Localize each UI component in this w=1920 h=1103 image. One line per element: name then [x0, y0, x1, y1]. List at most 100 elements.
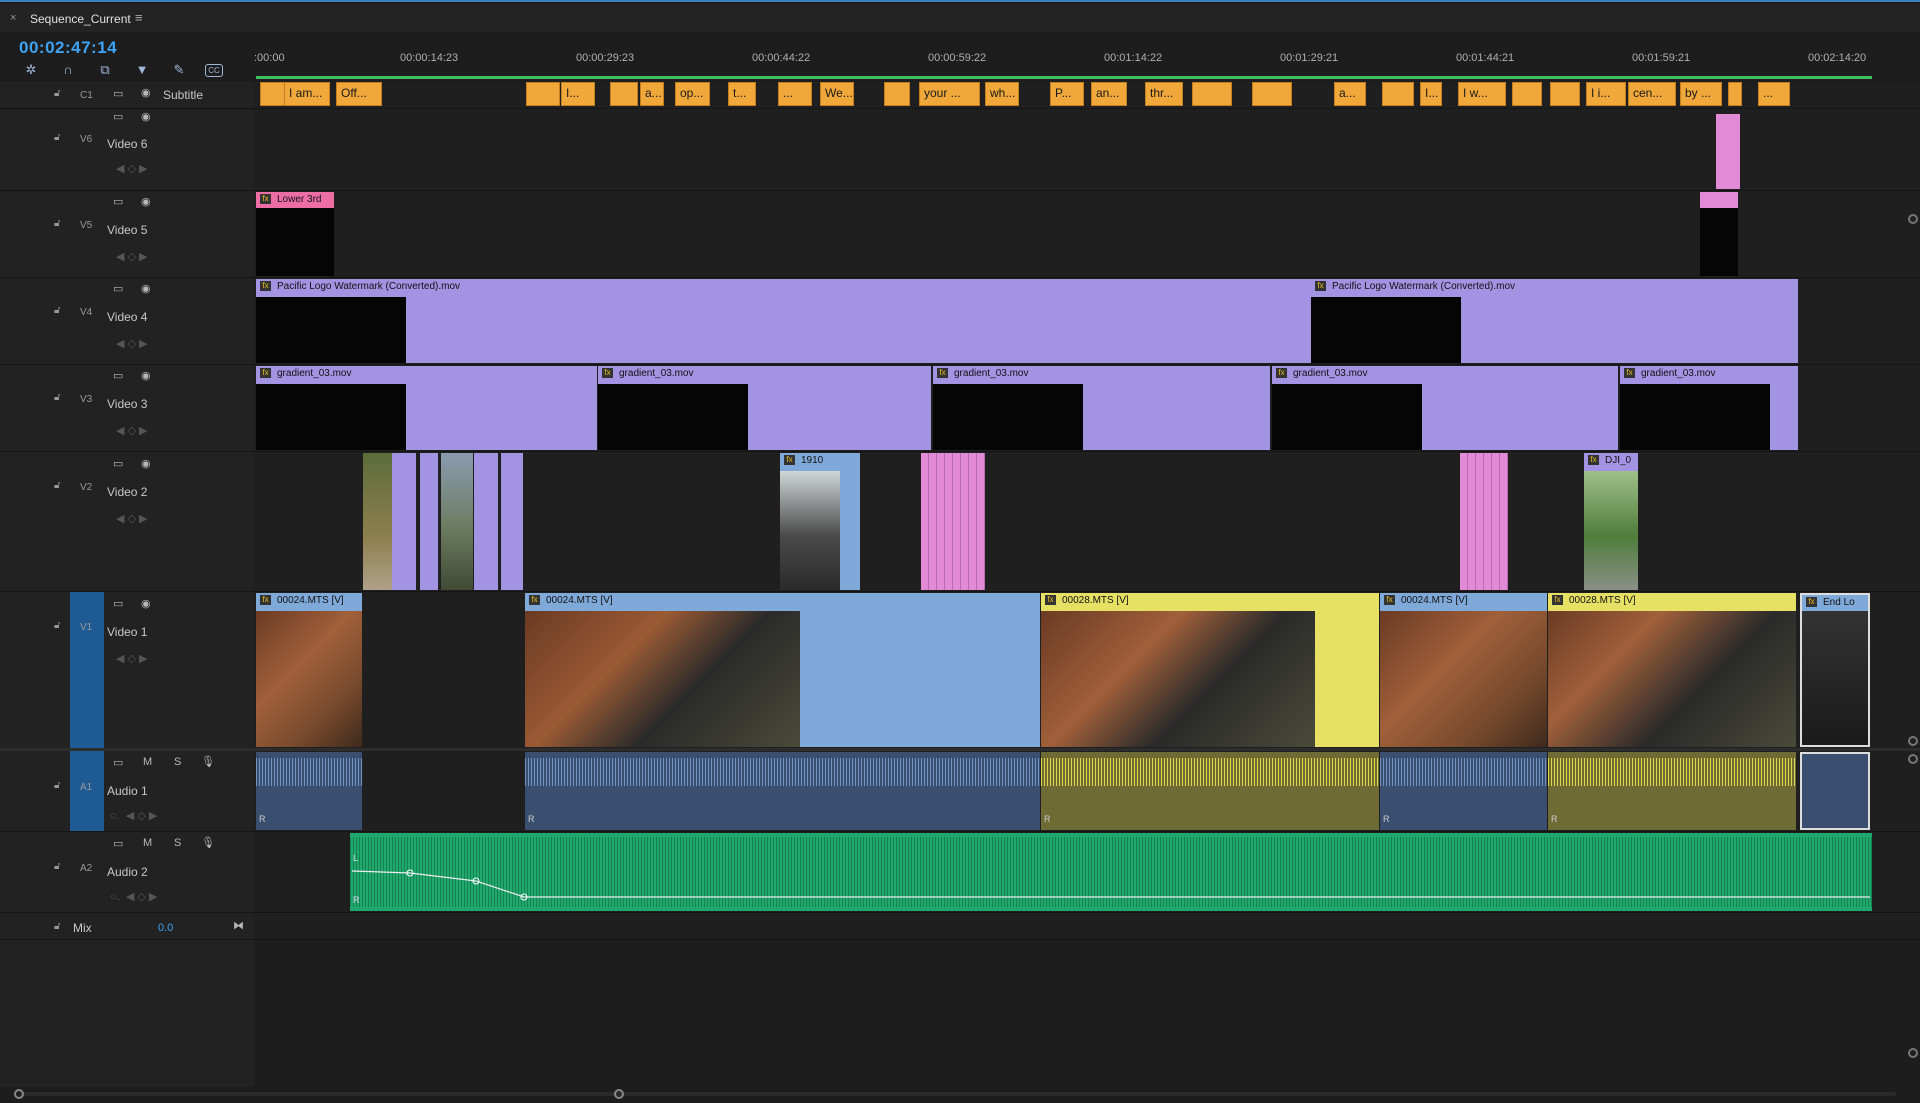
eye-icon[interactable]: ◉: [141, 110, 151, 123]
v3-gradient-clip[interactable]: fx gradient_03.mov: [1620, 366, 1798, 450]
v2-dji-clip[interactable]: fx DJI_0: [1584, 453, 1638, 590]
subtitle-clip[interactable]: a...: [1334, 82, 1366, 106]
lock-icon[interactable]: 🔓︎: [54, 88, 64, 99]
source-patch-v1[interactable]: [70, 592, 104, 748]
v2-1910-clip[interactable]: fx 1910: [780, 453, 860, 590]
eye-icon[interactable]: ◉: [141, 195, 151, 208]
v1-clip-a[interactable]: fx 00024.MTS [V]: [256, 593, 362, 747]
v2-pink-clips[interactable]: [1460, 453, 1508, 590]
v2-pink-clips[interactable]: [921, 453, 985, 590]
subtitle-clip[interactable]: [1382, 82, 1414, 106]
keyframe-nav[interactable]: ○. ◀ ◇ ▶: [110, 890, 157, 903]
lock-icon[interactable]: 🔓︎: [54, 620, 64, 631]
playhead-timecode[interactable]: 00:02:47:14: [19, 38, 117, 58]
subtitle-clip[interactable]: Off...: [336, 82, 382, 106]
keyframe-nav[interactable]: ◀ ◇ ▶: [116, 512, 148, 525]
v3-gradient-clip[interactable]: fx gradient_03.mov: [598, 366, 931, 450]
lock-icon[interactable]: 🔓︎: [54, 218, 64, 229]
v2-clip[interactable]: [392, 453, 418, 590]
close-icon[interactable]: ×: [10, 12, 16, 24]
subtitle-clip[interactable]: We...: [820, 82, 854, 106]
subtitle-clip[interactable]: [1192, 82, 1232, 106]
sync-lock-icon[interactable]: ▭: [113, 87, 123, 100]
a1-clip[interactable]: R: [256, 752, 362, 830]
eye-icon[interactable]: ◉: [141, 282, 151, 295]
microphone-icon[interactable]: 🎙︎: [201, 755, 215, 768]
lock-icon[interactable]: 🔓︎: [54, 921, 64, 932]
v1-clip-d[interactable]: fx 00024.MTS [V]: [1380, 593, 1547, 747]
subtitle-clip[interactable]: I w...: [1458, 82, 1506, 106]
snap-icon[interactable]: ✲: [22, 62, 40, 78]
lock-icon[interactable]: 🔓︎: [54, 480, 64, 491]
subtitle-clip[interactable]: wh...: [985, 82, 1019, 106]
panel-menu-icon[interactable]: ≡: [135, 10, 143, 25]
subtitle-clip[interactable]: [1512, 82, 1542, 106]
v2-clip[interactable]: [501, 453, 523, 590]
subtitle-clip[interactable]: op...: [675, 82, 710, 106]
captions-icon[interactable]: CC: [205, 64, 223, 77]
work-area-bar[interactable]: [256, 76, 1872, 79]
v2-clip[interactable]: [420, 453, 440, 590]
wrench-icon[interactable]: ✎: [170, 62, 188, 78]
subtitle-clip[interactable]: [1252, 82, 1292, 106]
sync-lock-icon[interactable]: ▭: [113, 369, 123, 382]
v1-clip-b[interactable]: fx 00024.MTS [V]: [525, 593, 1040, 747]
keyframe-nav[interactable]: ◀ ◇ ▶: [116, 424, 148, 437]
a1-clip[interactable]: R: [1548, 752, 1796, 830]
sequence-tab[interactable]: × Sequence_Current ≡: [0, 4, 1920, 32]
subtitle-clip[interactable]: P...: [1050, 82, 1084, 106]
v1-end-clip[interactable]: fx End Lo: [1800, 593, 1870, 747]
a1-clip[interactable]: R: [525, 752, 1040, 830]
sequence-title[interactable]: Sequence_Current: [30, 12, 131, 26]
v4-watermark-clip-2[interactable]: fx Pacific Logo Watermark (Converted).mov: [1311, 279, 1798, 363]
eye-icon[interactable]: ◉: [141, 457, 151, 470]
v3-gradient-clip[interactable]: fx gradient_03.mov: [933, 366, 1270, 450]
v3-gradient-clip[interactable]: fx gradient_03.mov: [256, 366, 597, 450]
lock-icon[interactable]: 🔓︎: [54, 861, 64, 872]
sync-lock-icon[interactable]: ▭: [113, 756, 123, 769]
subtitle-clip[interactable]: I...: [561, 82, 595, 106]
scroll-end-handle[interactable]: [614, 1089, 624, 1099]
keyframe-nav[interactable]: ○. ◀ ◇ ▶: [110, 809, 157, 822]
a1-clip[interactable]: R: [1380, 752, 1547, 830]
subtitle-clip[interactable]: [260, 82, 286, 106]
subtitle-clip[interactable]: your ...: [919, 82, 980, 106]
microphone-icon[interactable]: 🎙︎: [201, 836, 215, 849]
vertical-scroll-handle[interactable]: [1908, 1048, 1918, 1058]
keyframe-nav[interactable]: ◀ ◇ ▶: [116, 250, 148, 263]
keyframe-nav[interactable]: ◀ ◇ ▶: [116, 162, 148, 175]
v5-lower-third-clip[interactable]: fx Lower 3rd: [256, 192, 334, 208]
subtitle-clip[interactable]: ...: [778, 82, 812, 106]
eye-icon[interactable]: ◉: [141, 597, 151, 610]
lock-icon[interactable]: 🔓︎: [54, 305, 64, 316]
sync-lock-icon[interactable]: ▭: [113, 837, 123, 850]
sync-lock-icon[interactable]: ▭: [113, 110, 123, 123]
scroll-start-handle[interactable]: [14, 1089, 24, 1099]
vertical-scroll-handle[interactable]: [1908, 736, 1918, 746]
magnet-icon[interactable]: ∩: [59, 62, 77, 78]
subtitle-clip[interactable]: cen...: [1628, 82, 1676, 106]
v2-clip-thumb[interactable]: [441, 453, 473, 590]
sync-lock-icon[interactable]: ▭: [113, 457, 123, 470]
subtitle-clip[interactable]: a...: [640, 82, 664, 106]
subtitle-clip[interactable]: [610, 82, 638, 106]
keyframe-nav[interactable]: ◀ ◇ ▶: [116, 337, 148, 350]
subtitle-clip[interactable]: I...: [1420, 82, 1442, 106]
solo-button[interactable]: S: [174, 837, 181, 849]
subtitle-clip[interactable]: an...: [1091, 82, 1127, 106]
subtitle-clip[interactable]: [884, 82, 910, 106]
lock-icon[interactable]: 🔓︎: [54, 132, 64, 143]
marker-icon[interactable]: ▼: [133, 62, 151, 78]
v3-gradient-clip[interactable]: fx gradient_03.mov: [1272, 366, 1618, 450]
mix-volume-value[interactable]: 0.0: [158, 922, 173, 934]
v1-clip-e[interactable]: fx 00028.MTS [V]: [1548, 593, 1796, 747]
sync-lock-icon[interactable]: ▭: [113, 282, 123, 295]
v2-clip-thumb[interactable]: [363, 453, 392, 590]
lock-icon[interactable]: 🔓︎: [54, 780, 64, 791]
a1-clip[interactable]: R: [1041, 752, 1379, 830]
eye-icon[interactable]: ◉: [141, 369, 151, 382]
vertical-scroll-handle[interactable]: [1908, 754, 1918, 764]
volume-keyframe-line[interactable]: [350, 833, 1872, 911]
sync-lock-icon[interactable]: ▭: [113, 195, 123, 208]
lock-icon[interactable]: 🔓︎: [54, 392, 64, 403]
